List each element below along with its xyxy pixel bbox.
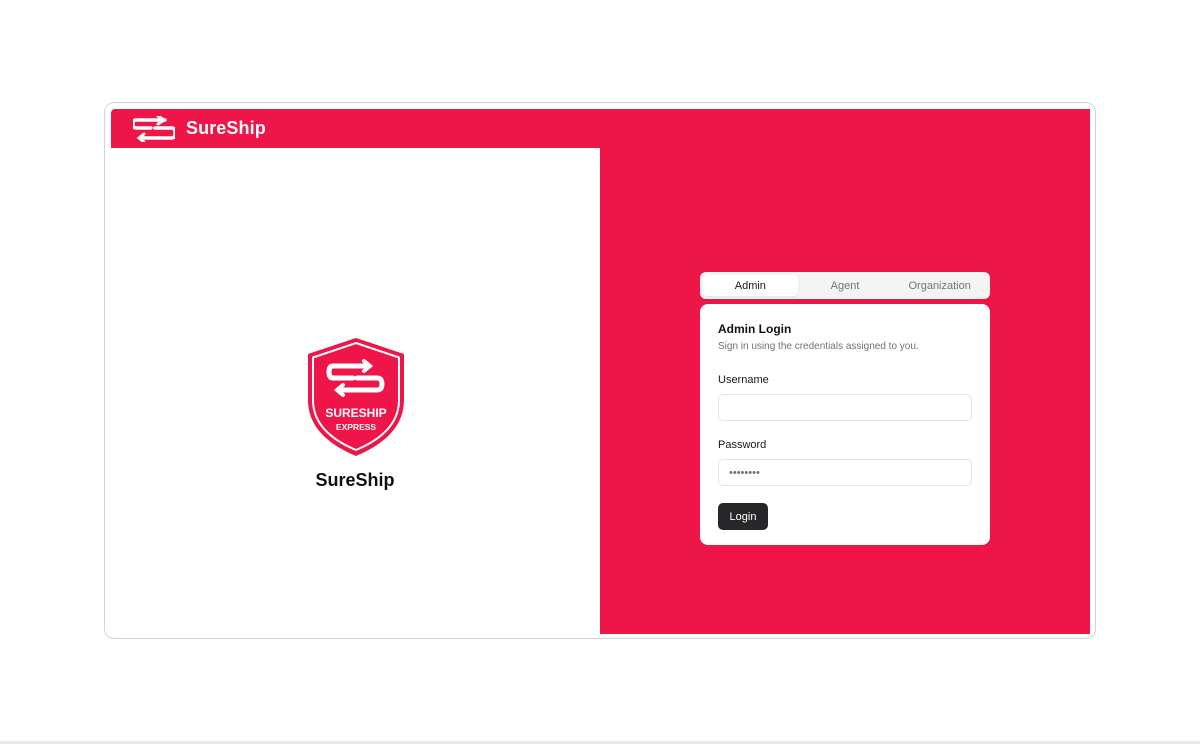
- username-label: Username: [718, 374, 769, 386]
- password-label: Password: [718, 439, 767, 451]
- login-card: Admin Login Sign in using the credential…: [700, 304, 990, 545]
- login-title: Admin Login: [718, 322, 792, 336]
- login-button[interactable]: Login: [718, 503, 768, 530]
- sureship-logo-icon[interactable]: [133, 115, 175, 142]
- badge-text-top: SURESHIP: [325, 406, 386, 420]
- tab-admin[interactable]: Admin: [703, 275, 798, 296]
- username-input[interactable]: [718, 394, 972, 421]
- app-name[interactable]: SureShip: [186, 118, 266, 139]
- brand-title: SureShip: [315, 470, 395, 490]
- tab-organization[interactable]: Organization: [892, 275, 987, 296]
- login-subtitle: Sign in using the credentials assigned t…: [718, 341, 919, 352]
- login-panel: Admin Agent Organization Admin Login Sig…: [600, 109, 1090, 634]
- tab-agent[interactable]: Agent: [798, 275, 893, 296]
- password-input[interactable]: [718, 459, 972, 486]
- sureship-express-shield-icon: SURESHIP EXPRESS: [305, 336, 407, 458]
- role-tabs: Admin Agent Organization: [700, 272, 990, 299]
- brand-panel: SURESHIP EXPRESS SureShip: [105, 148, 600, 634]
- app-window: SureShip SURESHIP EXPRESS SureShip Admin…: [104, 102, 1096, 639]
- badge-text-bottom: EXPRESS: [336, 422, 376, 432]
